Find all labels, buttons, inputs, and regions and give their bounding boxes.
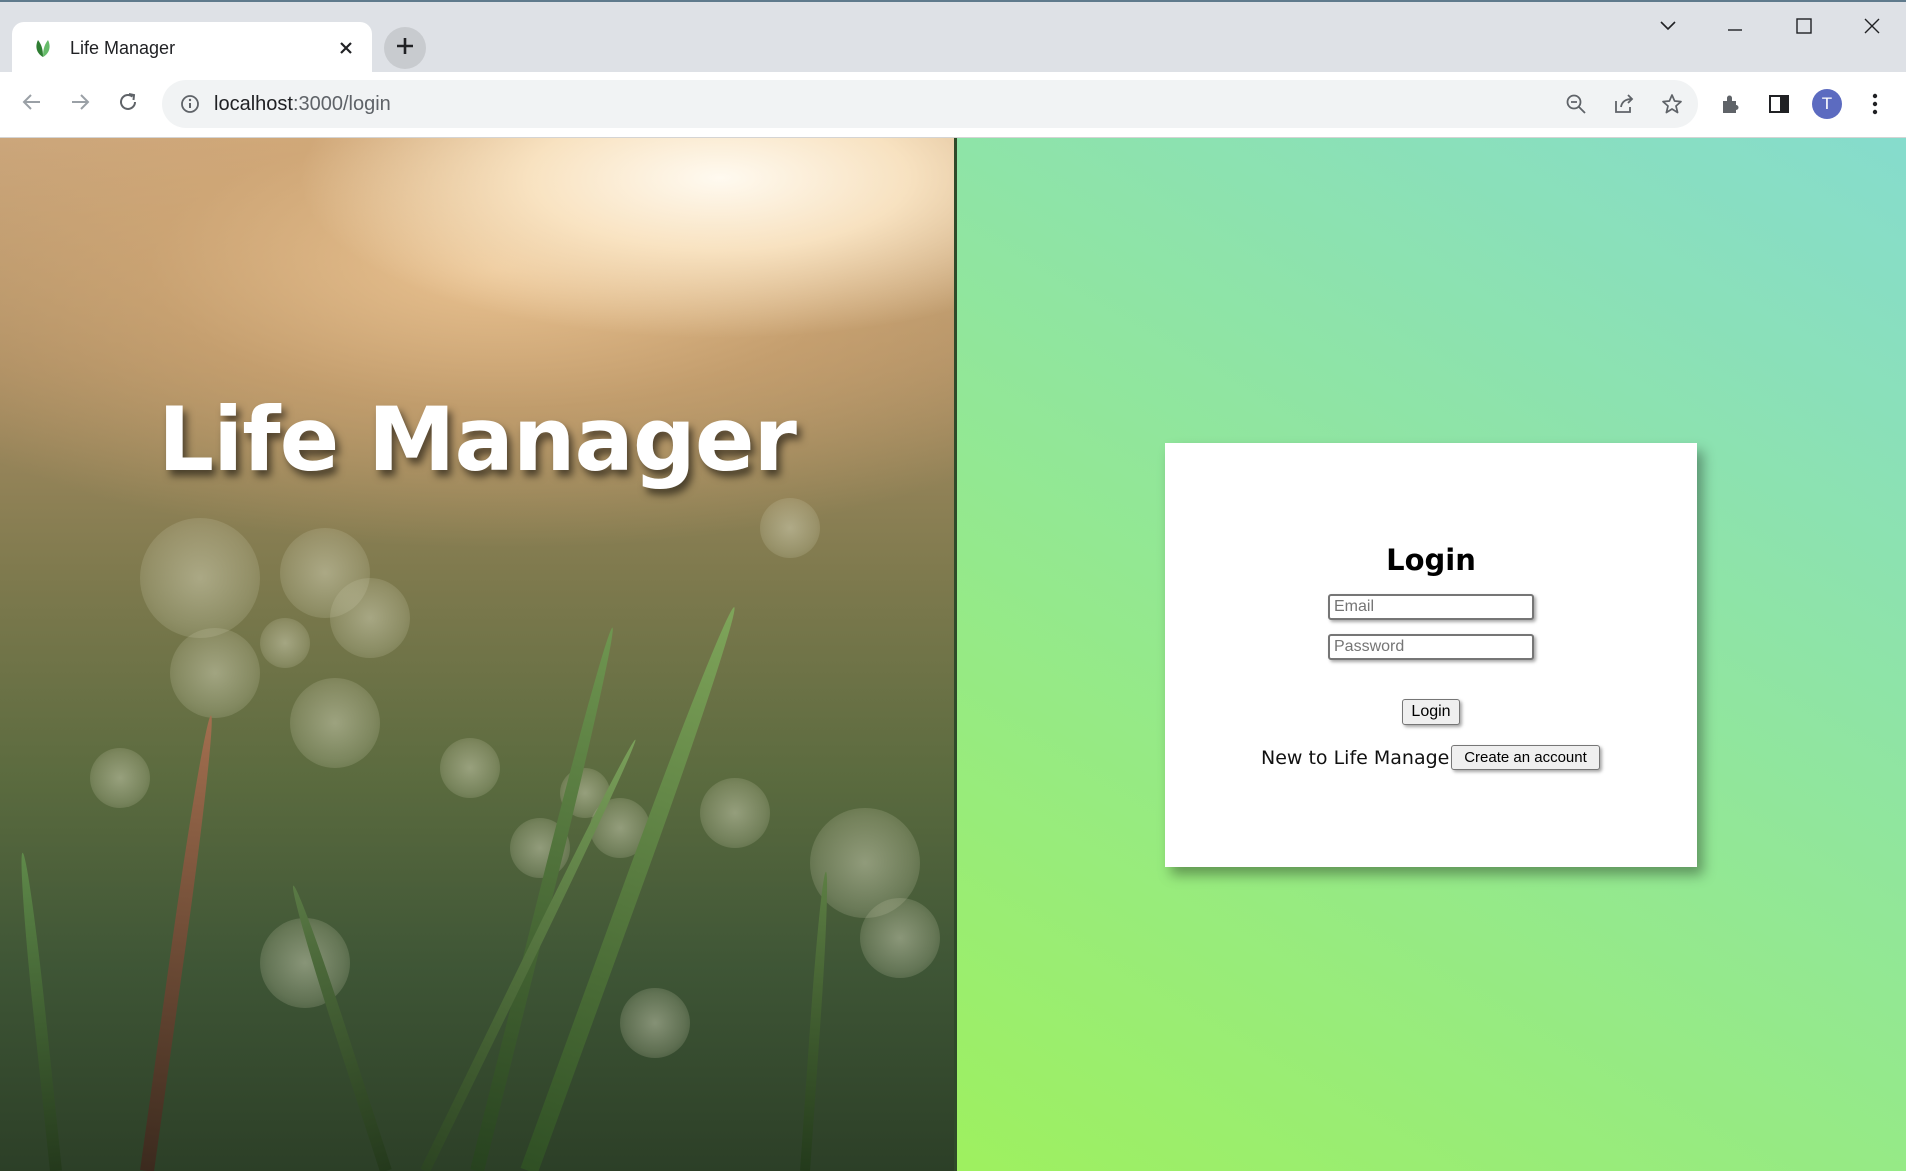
- bokeh-light: [700, 778, 770, 848]
- tab-life-manager[interactable]: Life Manager: [12, 22, 372, 74]
- info-icon[interactable]: [178, 92, 202, 116]
- maximize-icon: [1796, 17, 1812, 39]
- minimize-icon: [1727, 19, 1743, 37]
- login-card: Login Login New to Life Manager? Create …: [1165, 443, 1697, 867]
- address-bar[interactable]: localhost:3000/login: [162, 80, 1698, 128]
- url-text[interactable]: localhost:3000/login: [214, 93, 1554, 116]
- profile-button[interactable]: T: [1807, 84, 1847, 124]
- grass-blade: [140, 714, 218, 1171]
- grass-blade: [16, 852, 62, 1171]
- side-panel-icon[interactable]: [1759, 84, 1799, 124]
- tab-search-button[interactable]: [1634, 4, 1702, 52]
- bokeh-light: [620, 988, 690, 1058]
- tab-title: Life Manager: [70, 37, 176, 58]
- close-icon[interactable]: [332, 34, 360, 62]
- url-path: :3000/login: [292, 92, 391, 115]
- bokeh-light: [90, 748, 150, 808]
- kebab-menu-icon[interactable]: [1855, 84, 1895, 124]
- bokeh-light: [330, 578, 410, 658]
- back-arrow-icon: [21, 91, 43, 118]
- login-pane: Login Login New to Life Manager? Create …: [957, 138, 1906, 1171]
- login-button[interactable]: Login: [1402, 699, 1460, 725]
- reload-button[interactable]: [108, 84, 148, 124]
- new-tab-button[interactable]: [384, 27, 426, 69]
- plus-icon: [395, 36, 415, 61]
- bokeh-light: [290, 678, 380, 768]
- reload-icon: [117, 91, 139, 118]
- grass-blade: [800, 871, 831, 1171]
- close-window-button[interactable]: [1838, 4, 1906, 52]
- leaf-favicon-icon: [30, 35, 56, 61]
- maximize-button[interactable]: [1770, 4, 1838, 52]
- hero-title: Life Manager: [158, 388, 797, 491]
- password-field[interactable]: [1328, 634, 1534, 660]
- create-account-button[interactable]: Create an account: [1451, 745, 1600, 770]
- bokeh-light: [760, 498, 820, 558]
- hero-image-panel: Life Manager: [0, 138, 954, 1171]
- zoom-out-icon[interactable]: [1554, 82, 1598, 126]
- email-field[interactable]: [1328, 594, 1534, 620]
- grass-blade: [470, 625, 620, 1171]
- bokeh-light: [260, 618, 310, 668]
- bokeh-light: [440, 738, 500, 798]
- share-icon[interactable]: [1602, 82, 1646, 126]
- back-button[interactable]: [12, 84, 52, 124]
- signup-row: New to Life Manager? Create an account: [1165, 745, 1697, 773]
- signup-prompt: New to Life Manager?: [1261, 747, 1468, 769]
- chevron-down-icon: [1659, 19, 1677, 37]
- close-window-icon: [1864, 18, 1880, 39]
- avatar: T: [1812, 89, 1842, 119]
- page-viewport: Life Manager Login Login New to Life Man…: [0, 138, 1906, 1171]
- forward-button[interactable]: [60, 84, 100, 124]
- minimize-button[interactable]: [1701, 4, 1769, 52]
- extensions-icon[interactable]: [1711, 84, 1751, 124]
- login-heading: Login: [1386, 543, 1476, 577]
- browser-toolbar: localhost:3000/login T: [0, 72, 1906, 138]
- star-icon[interactable]: [1650, 82, 1694, 126]
- bokeh-light: [860, 898, 940, 978]
- url-host: localhost: [214, 92, 293, 115]
- bokeh-light: [140, 518, 260, 638]
- bokeh-light: [170, 628, 260, 718]
- grass-blade: [287, 883, 392, 1171]
- tab-strip: Life Manager: [0, 2, 1906, 74]
- forward-arrow-icon: [69, 91, 91, 118]
